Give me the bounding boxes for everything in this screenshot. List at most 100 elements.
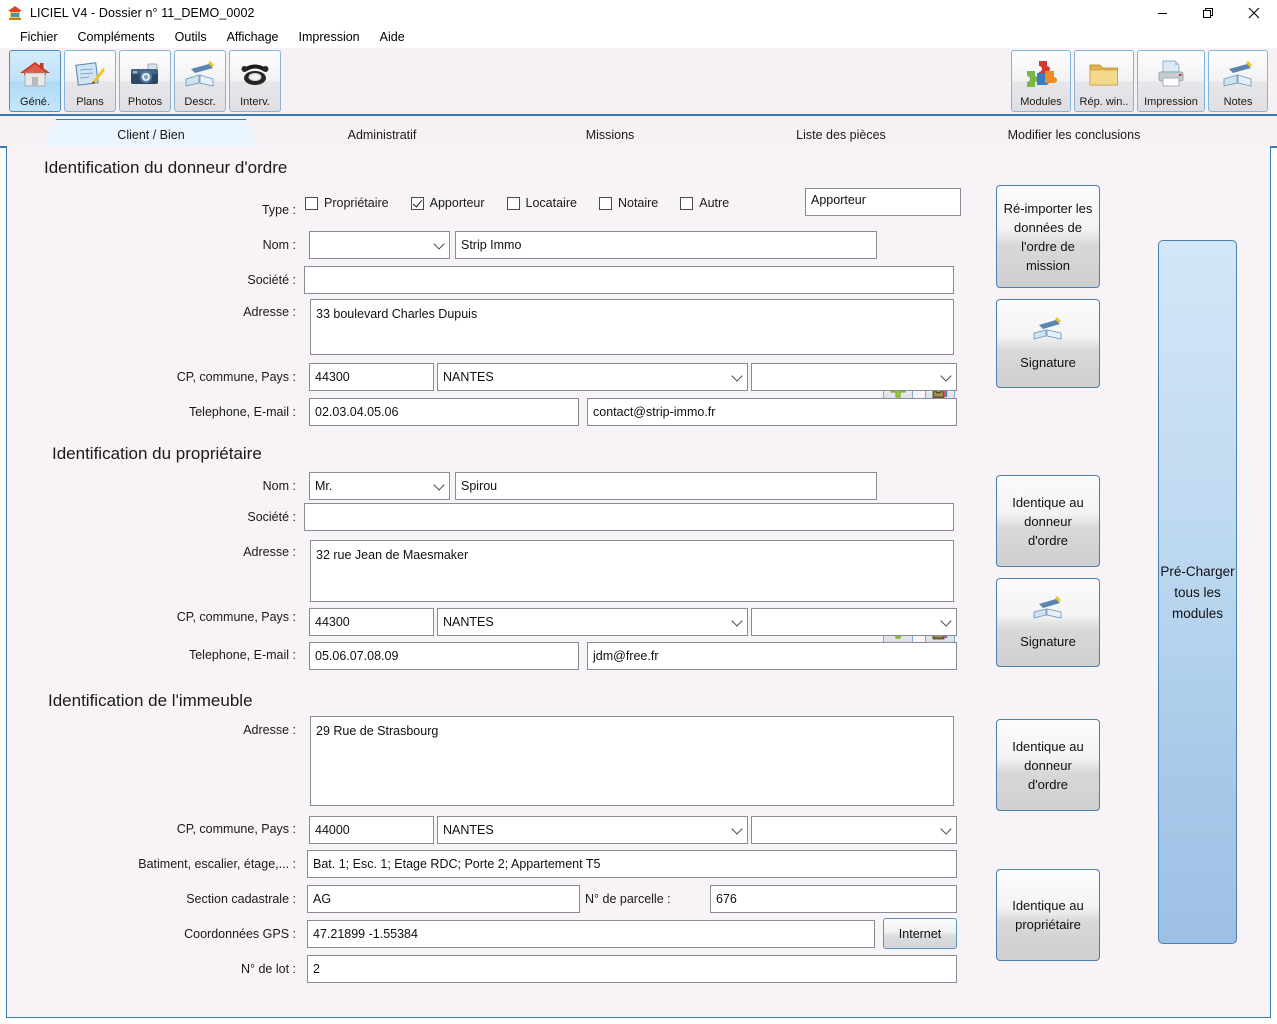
- identique-donneur-button-2[interactable]: Identique au donneur d'ordre: [996, 719, 1100, 811]
- reimport-button[interactable]: Ré-importer les données de l'ordre de mi…: [996, 185, 1100, 288]
- minimize-button[interactable]: [1139, 0, 1185, 26]
- input-section-cadastrale[interactable]: AG: [307, 885, 580, 913]
- section-title-immeuble: Identification de l'immeuble: [48, 691, 253, 710]
- title-bar: LICIEL V4 - Dossier n° 11_DEMO_0002: [0, 0, 1277, 26]
- select-proprietaire-civilite[interactable]: Mr.: [309, 472, 450, 500]
- input-parcelle[interactable]: 676: [710, 885, 957, 913]
- input-donneur-nom[interactable]: Strip Immo: [455, 231, 877, 259]
- checkbox-autre[interactable]: Autre: [680, 196, 729, 210]
- menu-outils[interactable]: Outils: [165, 28, 217, 46]
- identique-donneur-button-1[interactable]: Identique au donneur d'ordre: [996, 475, 1100, 567]
- type-checkbox-group: Propriétaire Apporteur Locataire Notaire…: [305, 196, 751, 210]
- input-type-value[interactable]: Apporteur: [805, 188, 961, 216]
- toolbar-left-group: Géné. Plans Photos Descr. Interv.: [9, 50, 281, 112]
- signature-donneur-button[interactable]: Signature: [996, 299, 1100, 388]
- internet-button[interactable]: Internet: [883, 918, 957, 949]
- menu-impression[interactable]: Impression: [289, 28, 370, 46]
- toolbar-button-notes[interactable]: Notes: [1208, 50, 1268, 112]
- tab-label-liste-des-pieces: Liste des pièces: [796, 127, 886, 142]
- input-proprietaire-cp[interactable]: 44300: [309, 608, 434, 636]
- chevron-down-icon: [731, 615, 743, 627]
- printer-icon: [1138, 51, 1204, 96]
- menu-affichage[interactable]: Affichage: [217, 28, 289, 46]
- main-toolbar: Géné. Plans Photos Descr. Interv. Module…: [0, 48, 1277, 116]
- select-immeuble-pays[interactable]: [751, 816, 957, 844]
- restore-button[interactable]: [1185, 0, 1231, 26]
- open-book-icon: [175, 51, 225, 96]
- label-donneur-adresse: Adresse :: [243, 305, 296, 319]
- close-button[interactable]: [1231, 0, 1277, 26]
- precharger-modules-button[interactable]: Pré-Charger tous les modules: [1158, 240, 1237, 944]
- toolbar-button-modules[interactable]: Modules: [1011, 50, 1071, 112]
- menu-fichier[interactable]: Fichier: [10, 28, 68, 46]
- input-lot[interactable]: 2: [307, 955, 957, 983]
- menu-complements[interactable]: Compléments: [68, 28, 165, 46]
- label-immeuble-cp: CP, commune, Pays :: [176, 822, 296, 836]
- input-immeuble-cp[interactable]: 44000: [309, 816, 434, 844]
- toolbar-button-impression[interactable]: Impression: [1137, 50, 1205, 112]
- checkbox-proprietaire[interactable]: Propriétaire: [305, 196, 389, 210]
- input-donneur-societe[interactable]: [304, 266, 954, 294]
- folder-icon: [1075, 51, 1133, 96]
- input-donneur-telephone[interactable]: 02.03.04.05.06: [309, 398, 579, 426]
- checkbox-label-locataire: Locataire: [525, 196, 577, 210]
- input-proprietaire-email[interactable]: jdm@free.fr: [587, 642, 957, 670]
- signature-proprietaire-label: Signature: [1020, 633, 1076, 649]
- tab-label-administratif: Administratif: [347, 127, 417, 142]
- toolbar-button-interv[interactable]: Interv.: [229, 50, 281, 112]
- main-content-panel: Identification du donneur d'ordre Type :…: [6, 146, 1271, 1018]
- select-donneur-civilite[interactable]: [309, 231, 450, 259]
- select-proprietaire-commune[interactable]: NANTES: [437, 608, 748, 636]
- input-immeuble-adresse[interactable]: 29 Rue de Strasbourg: [310, 716, 954, 806]
- label-type: Type :: [261, 203, 296, 217]
- checkbox-box-autre: [680, 196, 694, 210]
- camera-icon: [120, 51, 170, 96]
- label-donneur-nom: Nom :: [262, 238, 296, 252]
- label-immeuble-adresse: Adresse :: [243, 723, 296, 737]
- chevron-down-icon: [433, 238, 445, 250]
- signature-donneur-label: Signature: [1020, 354, 1076, 370]
- signature-pen-icon: [1031, 316, 1065, 347]
- checkbox-box-notaire: [598, 196, 612, 210]
- toolbar-button-rep-win[interactable]: Rép. win..: [1074, 50, 1134, 112]
- checkbox-locataire[interactable]: Locataire: [506, 196, 577, 210]
- input-donneur-adresse[interactable]: 33 boulevard Charles Dupuis: [310, 299, 954, 355]
- input-donneur-cp[interactable]: 44300: [309, 363, 434, 391]
- chevron-down-icon: [940, 615, 952, 627]
- toolbar-button-photos[interactable]: Photos: [119, 50, 171, 112]
- checkbox-apporteur[interactable]: Apporteur: [410, 196, 485, 210]
- select-immeuble-commune[interactable]: NANTES: [437, 816, 748, 844]
- select-proprietaire-pays[interactable]: [751, 608, 957, 636]
- signature-proprietaire-button[interactable]: Signature: [996, 578, 1100, 667]
- input-immeuble-batiment[interactable]: Bat. 1; Esc. 1; Etage RDC; Porte 2; Appa…: [307, 850, 957, 878]
- label-proprietaire-tel: Telephone, E-mail :: [188, 648, 296, 662]
- menu-aide[interactable]: Aide: [370, 28, 415, 46]
- checkbox-notaire[interactable]: Notaire: [598, 196, 658, 210]
- blueprint-pencil-icon: [65, 51, 115, 96]
- input-donneur-email[interactable]: contact@strip-immo.fr: [587, 398, 957, 426]
- window-controls: [1139, 0, 1277, 26]
- toolbar-button-descr[interactable]: Descr.: [174, 50, 226, 112]
- input-proprietaire-telephone[interactable]: 05.06.07.08.09: [309, 642, 579, 670]
- toolbar-button-general[interactable]: Géné.: [9, 50, 61, 112]
- menu-bar: Fichier Compléments Outils Affichage Imp…: [0, 26, 1277, 48]
- app-icon: [7, 5, 23, 21]
- window-title: LICIEL V4 - Dossier n° 11_DEMO_0002: [30, 5, 255, 20]
- tab-strip: Client / Bien Administratif Missions Lis…: [0, 116, 1277, 148]
- puzzle-pieces-icon: [1012, 51, 1070, 96]
- input-proprietaire-nom[interactable]: Spirou: [455, 472, 877, 500]
- toolbar-button-plans[interactable]: Plans: [64, 50, 116, 112]
- input-proprietaire-adresse[interactable]: 32 rue Jean de Maesmaker: [310, 540, 954, 602]
- notes-books-icon: [1209, 51, 1267, 96]
- label-gps: Coordonnées GPS :: [184, 927, 296, 941]
- tab-label-client-bien: Client / Bien: [117, 128, 185, 142]
- select-donneur-pays[interactable]: [751, 363, 957, 391]
- house-icon: [10, 51, 60, 96]
- label-donneur-tel: Telephone, E-mail :: [188, 405, 296, 419]
- label-donneur-cp: CP, commune, Pays :: [176, 370, 296, 384]
- input-proprietaire-societe[interactable]: [304, 503, 954, 531]
- select-proprietaire-commune-value: NANTES: [443, 615, 494, 629]
- identique-proprietaire-button[interactable]: Identique au propriétaire: [996, 869, 1100, 961]
- input-gps[interactable]: 47.21899 -1.55384: [307, 920, 875, 948]
- select-donneur-commune[interactable]: NANTES: [437, 363, 748, 391]
